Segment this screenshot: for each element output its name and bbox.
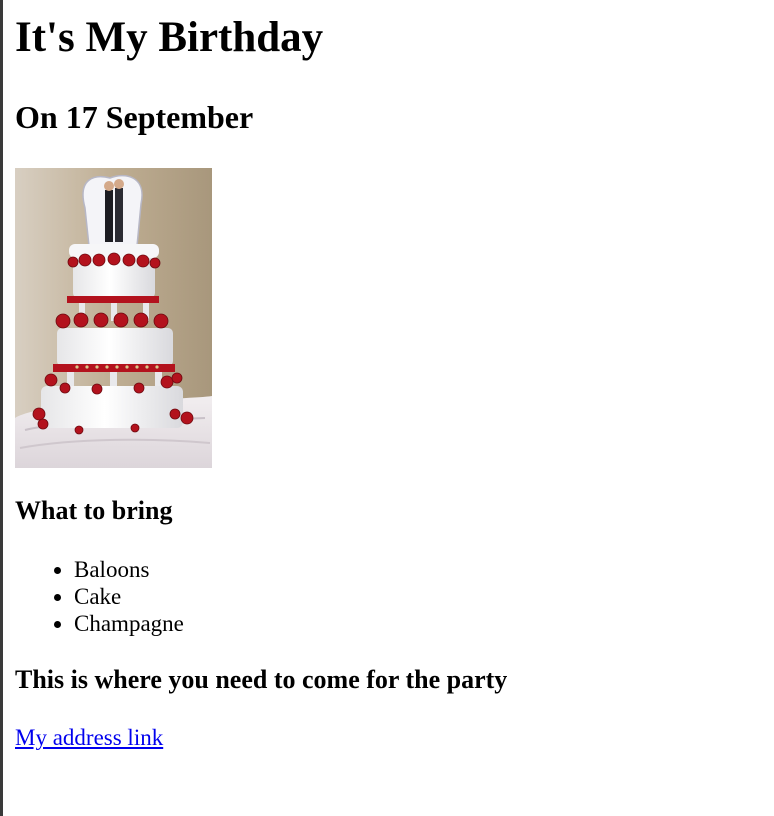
page-title: It's My Birthday xyxy=(15,14,324,61)
list-item: Cake xyxy=(74,583,184,610)
party-date: On 17 September xyxy=(15,99,254,135)
address-link[interactable]: My address link xyxy=(15,724,163,752)
list-item: Baloons xyxy=(74,556,184,583)
window-edge-divider xyxy=(0,0,3,816)
list-item: Champagne xyxy=(74,610,184,637)
party-location-heading: This is where you need to come for the p… xyxy=(15,665,508,694)
birthday-cake-image xyxy=(15,168,212,468)
bring-list: Baloons Cake Champagne xyxy=(15,556,184,637)
what-to-bring-heading: What to bring xyxy=(15,496,173,525)
